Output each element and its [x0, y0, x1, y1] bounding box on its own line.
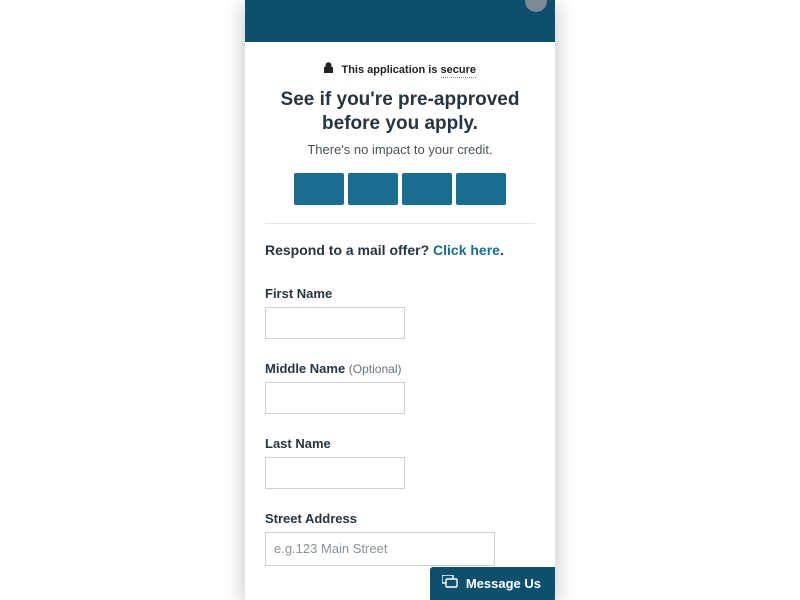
middle-name-label: Middle Name (Optional) — [265, 361, 535, 376]
page-subtitle: There's no impact to your credit. — [265, 142, 535, 157]
card-image — [294, 173, 344, 205]
mail-offer-suffix: . — [500, 242, 504, 258]
card-image — [456, 173, 506, 205]
mail-offer-text: Respond to a mail offer? — [265, 242, 433, 258]
last-name-input[interactable] — [265, 457, 405, 489]
lock-icon — [324, 60, 333, 78]
street-address-group: Street Address — [265, 511, 535, 566]
secure-text: This application is secure — [341, 64, 476, 78]
street-address-input[interactable] — [265, 532, 495, 566]
mail-offer-link[interactable]: Click here — [433, 242, 500, 258]
middle-name-input[interactable] — [265, 382, 405, 414]
middle-name-group: Middle Name (Optional) — [265, 361, 535, 414]
section-divider — [265, 223, 535, 224]
mail-offer-prompt: Respond to a mail offer? Click here. — [265, 242, 535, 258]
chat-icon — [442, 575, 458, 592]
first-name-label: First Name — [265, 286, 535, 301]
card-image — [348, 173, 398, 205]
first-name-group: First Name — [265, 286, 535, 339]
main-content: This application is secure See if you're… — [245, 42, 555, 566]
card-image — [402, 173, 452, 205]
message-us-label: Message Us — [466, 576, 541, 591]
first-name-input[interactable] — [265, 307, 405, 339]
optional-indicator: (Optional) — [349, 362, 402, 376]
app-viewport: This application is secure See if you're… — [245, 0, 555, 600]
last-name-group: Last Name — [265, 436, 535, 489]
secure-notice: This application is secure — [265, 60, 535, 78]
header-circle-decoration — [525, 0, 547, 12]
header-bar — [245, 0, 555, 42]
card-images-row — [265, 173, 535, 205]
last-name-label: Last Name — [265, 436, 535, 451]
message-us-button[interactable]: Message Us — [430, 567, 555, 600]
street-address-label: Street Address — [265, 511, 535, 526]
page-title: See if you're pre-approved before you ap… — [265, 88, 535, 136]
